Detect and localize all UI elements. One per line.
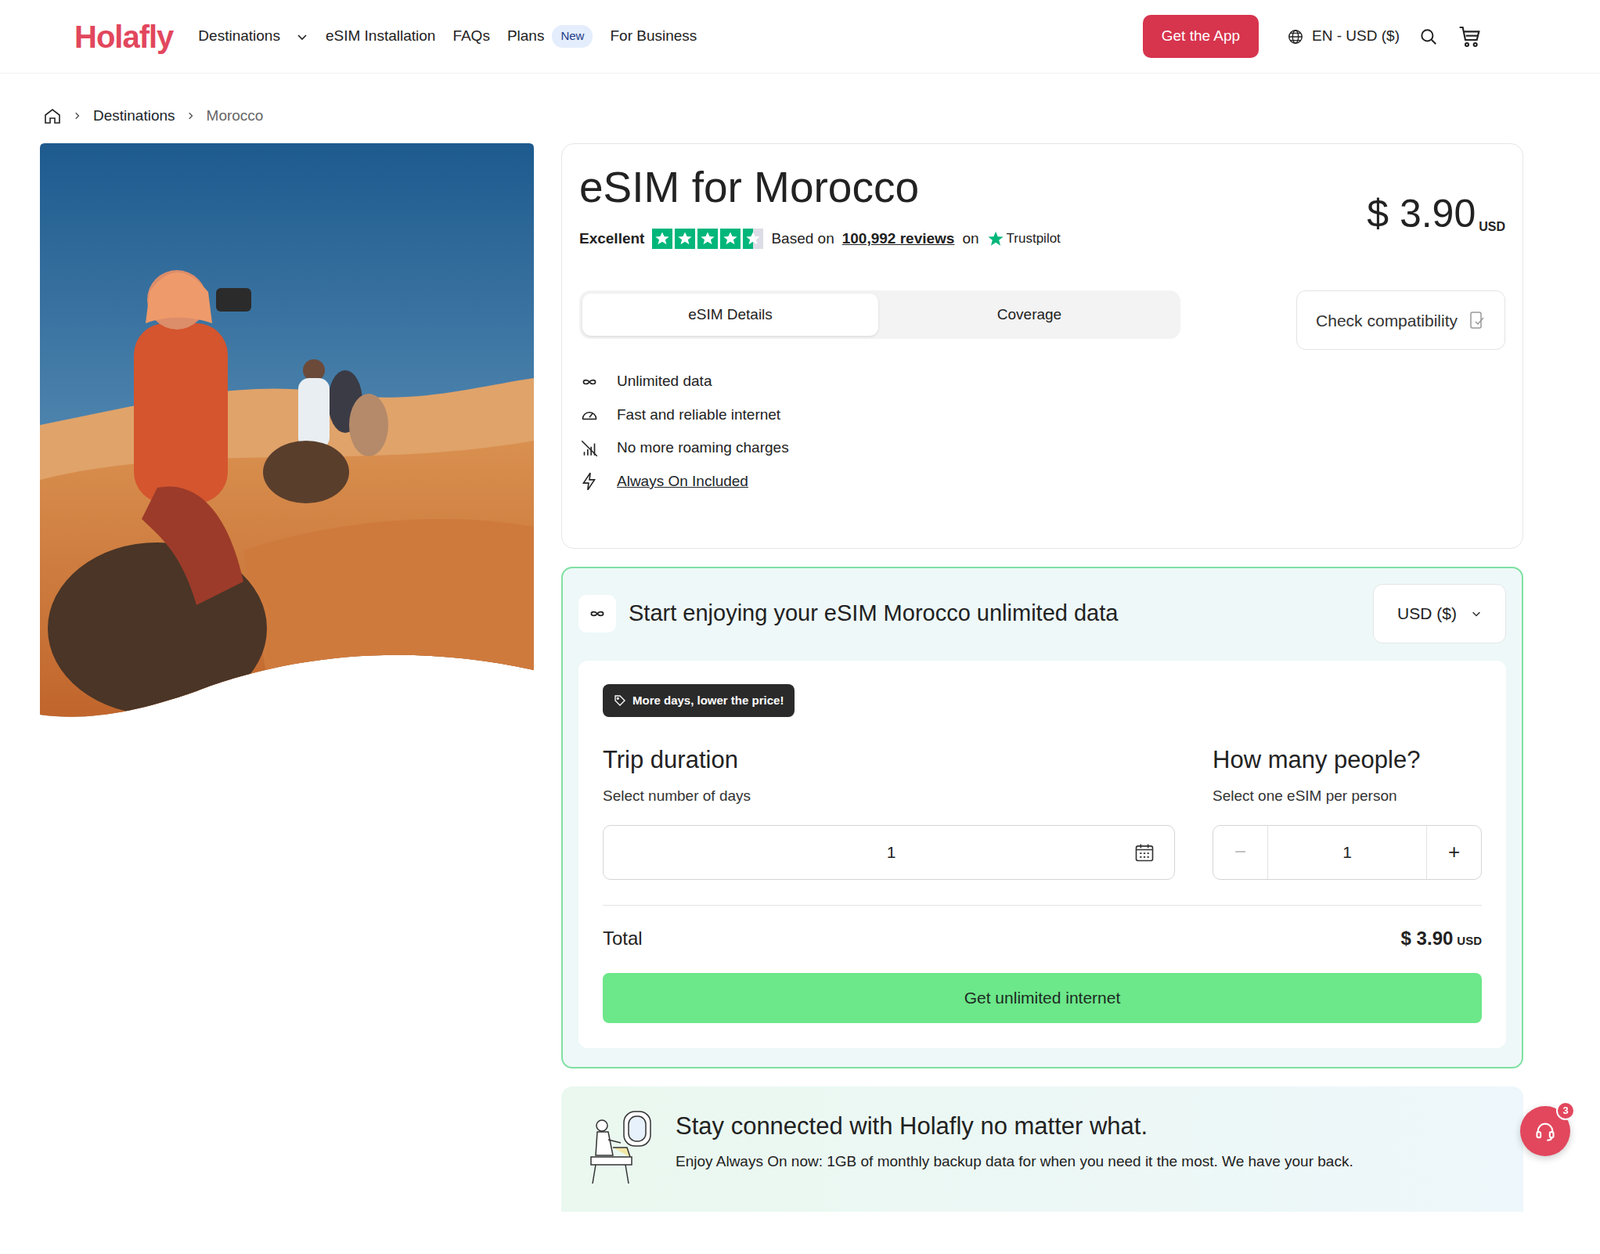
duration-input[interactable] bbox=[603, 839, 1134, 866]
nav-link[interactable]: eSIM Installation bbox=[325, 25, 436, 48]
nav-label[interactable]: Plans bbox=[507, 25, 545, 48]
nav-label[interactable]: For Business bbox=[609, 25, 697, 48]
total-currency: USD bbox=[1456, 932, 1482, 953]
breadcrumb-item[interactable]: Destinations bbox=[93, 104, 176, 128]
people-hint: Select one eSIM per person bbox=[1212, 785, 1482, 808]
rating-label: Excellent bbox=[579, 227, 645, 251]
home-icon[interactable] bbox=[43, 106, 62, 126]
chevron-down-icon bbox=[295, 30, 309, 44]
logo[interactable]: Holafly bbox=[74, 21, 173, 53]
nav-label[interactable]: Destinations bbox=[198, 25, 281, 48]
feature-item: Fast and reliable internet bbox=[579, 403, 1506, 427]
trustpilot-star-icon bbox=[987, 230, 1005, 248]
nav-link[interactable]: Plans New bbox=[507, 25, 594, 48]
globe-icon bbox=[1286, 28, 1305, 46]
banner-title: Stay connected with Holafly no matter wh… bbox=[675, 1108, 1354, 1146]
feature-list: Unlimited data Fast and reliable internet… bbox=[579, 370, 1506, 493]
search-icon[interactable] bbox=[1418, 26, 1439, 47]
product-tabs: eSIM DetailsCoverage bbox=[579, 290, 1181, 339]
new-badge: New bbox=[551, 25, 593, 48]
nav-label[interactable]: FAQs bbox=[452, 25, 491, 48]
promo-badge: More days, lower the price! bbox=[602, 684, 795, 718]
reviews-link[interactable]: 100,992 reviews bbox=[842, 227, 955, 251]
price-currency: USD bbox=[1478, 220, 1506, 234]
infinity-icon bbox=[578, 594, 617, 633]
star-icon bbox=[697, 228, 718, 249]
star-icon bbox=[674, 228, 696, 249]
duration-hint: Select number of days bbox=[602, 785, 1175, 808]
get-app-button[interactable]: Get the App bbox=[1142, 14, 1259, 58]
promo-text: More days, lower the price! bbox=[632, 691, 784, 710]
nav-link[interactable]: FAQs bbox=[452, 25, 491, 48]
on-text: on bbox=[962, 227, 979, 251]
feature-label: Fast and reliable internet bbox=[616, 403, 781, 427]
currency-label[interactable]: USD ($) bbox=[1397, 601, 1457, 627]
product-card: eSIM for Morocco Excellent Based on 100,… bbox=[561, 143, 1524, 549]
banner-text: Enjoy Always On now: 1GB of monthly back… bbox=[675, 1150, 1354, 1174]
breadcrumb-item: Morocco bbox=[206, 104, 264, 128]
star-icon bbox=[652, 228, 673, 249]
total-label: Total bbox=[602, 924, 643, 953]
people-stepper: − + bbox=[1212, 825, 1482, 880]
decrement-button[interactable]: − bbox=[1213, 825, 1269, 880]
currency-dropdown[interactable]: USD ($) bbox=[1372, 583, 1507, 644]
always-on-banner: Stay connected with Holafly no matter wh… bbox=[561, 1086, 1524, 1212]
feature-icon bbox=[579, 438, 600, 459]
top-bar: Holafly Destinations eSIM Installation FAQ… bbox=[0, 0, 1600, 74]
product-title: eSIM for Morocco bbox=[579, 162, 1061, 213]
destination-photo bbox=[39, 143, 534, 719]
phone-check-icon bbox=[1468, 310, 1486, 330]
chat-button[interactable]: 3 bbox=[1520, 1106, 1571, 1157]
people-title: How many people? bbox=[1212, 745, 1482, 775]
feature-icon bbox=[579, 471, 600, 492]
product-page: eSIM for Morocco Excellent Based on 100,… bbox=[0, 143, 1600, 1212]
chevron-right-icon bbox=[186, 111, 196, 121]
panel-title: Start enjoying your eSIM Morocco unlimit… bbox=[628, 596, 1118, 631]
nav-link[interactable]: Destinations bbox=[198, 25, 309, 48]
duration-field[interactable] bbox=[602, 825, 1175, 880]
tab[interactable]: Coverage bbox=[881, 293, 1178, 336]
tag-icon bbox=[613, 694, 627, 707]
star-icon bbox=[742, 228, 764, 249]
nav-label[interactable]: eSIM Installation bbox=[325, 25, 436, 48]
traveler-illustration-icon bbox=[584, 1108, 656, 1187]
check-compatibility-button[interactable]: Check compatibility bbox=[1296, 290, 1506, 350]
buy-button[interactable]: Get unlimited internet bbox=[602, 972, 1482, 1024]
cart-icon[interactable] bbox=[1457, 24, 1483, 50]
feature-label[interactable]: Always On Included bbox=[616, 470, 749, 494]
tab[interactable]: eSIM Details bbox=[582, 293, 879, 336]
total-amount: $ 3.90 bbox=[1401, 924, 1454, 953]
increment-button[interactable]: + bbox=[1426, 825, 1482, 880]
feature-item: No more roaming charges bbox=[579, 436, 1506, 460]
feature-item: Always On Included bbox=[579, 470, 1506, 494]
breadcrumb: Destinations Morocco bbox=[0, 73, 1600, 144]
rating-stars bbox=[652, 228, 764, 249]
compat-label[interactable]: Check compatibility bbox=[1315, 308, 1458, 334]
order-form: More days, lower the price! Trip duratio… bbox=[578, 660, 1507, 1049]
star-icon bbox=[720, 228, 741, 249]
chevron-right-icon bbox=[72, 111, 83, 121]
feature-item: Unlimited data bbox=[579, 370, 1506, 393]
based-on-text: Based on bbox=[771, 227, 834, 251]
price-amount: $ 3.90 bbox=[1366, 194, 1476, 234]
headset-icon bbox=[1534, 1120, 1557, 1143]
main-nav: Destinations eSIM Installation FAQs Plans Ne… bbox=[198, 25, 714, 48]
calendar-icon[interactable] bbox=[1133, 841, 1156, 864]
feature-label: No more roaming charges bbox=[616, 436, 790, 460]
chevron-down-icon bbox=[1470, 608, 1482, 620]
locale-selector[interactable]: EN - USD ($) bbox=[1286, 25, 1400, 48]
feature-icon bbox=[579, 404, 600, 426]
trustpilot-name: Trustpilot bbox=[1006, 228, 1061, 249]
purchase-panel: Start enjoying your eSIM Morocco unlimit… bbox=[561, 566, 1524, 1069]
feature-label: Unlimited data bbox=[616, 370, 712, 393]
total-row: Total $ 3.90 USD bbox=[602, 924, 1482, 953]
feature-icon bbox=[579, 371, 600, 393]
trustpilot-logo: Trustpilot bbox=[987, 228, 1061, 249]
people-input[interactable] bbox=[1268, 825, 1427, 880]
locale-label[interactable]: EN - USD ($) bbox=[1311, 25, 1400, 48]
price: $ 3.90 USD bbox=[1366, 194, 1506, 234]
chat-count-badge: 3 bbox=[1556, 1101, 1575, 1121]
duration-title: Trip duration bbox=[602, 745, 1175, 775]
nav-link[interactable]: For Business bbox=[609, 25, 697, 48]
